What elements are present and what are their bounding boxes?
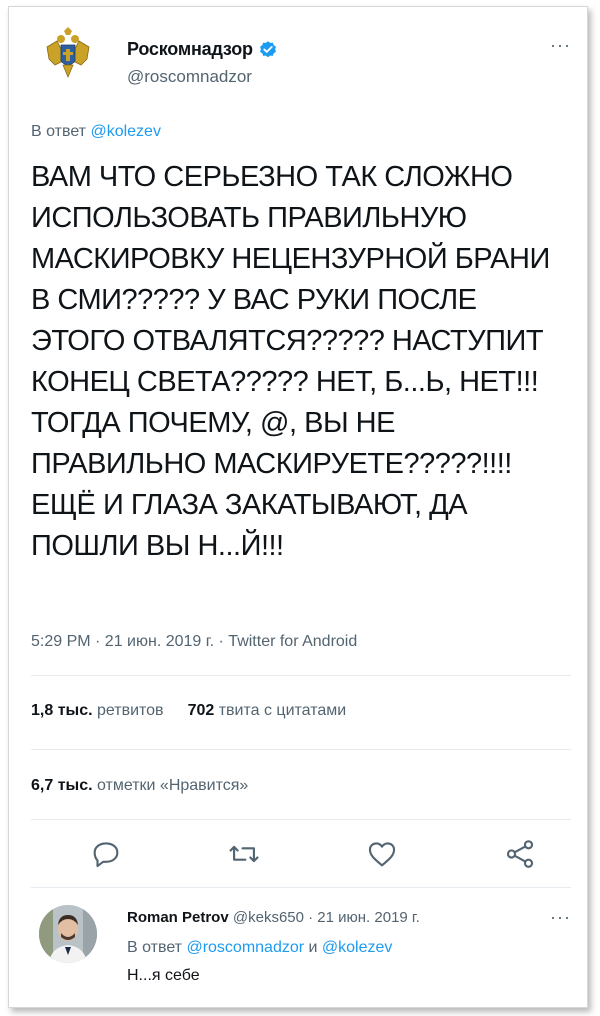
handle[interactable]: @roscomnadzor [127, 67, 252, 87]
verified-badge-icon [259, 40, 276, 57]
share-icon[interactable] [503, 837, 537, 871]
reply-mention-link[interactable]: @kolezev [90, 123, 161, 140]
more-options-icon[interactable]: ··· [550, 35, 571, 56]
avatar[interactable] [39, 25, 97, 83]
quotes-link[interactable]: 702 твита с цитатами [188, 702, 347, 719]
retweets-link[interactable]: 1,8 тыс. ретвитов [31, 702, 164, 719]
reply-more-options-icon[interactable]: ··· [550, 907, 571, 928]
reply-text: Н...я себе [127, 967, 200, 984]
likes-link[interactable]: 6,7 тыс. отметки «Нравится» [31, 777, 248, 795]
tweet-meta[interactable]: 5:29 PM · 21 июн. 2019 г. · Twitter for … [31, 633, 357, 651]
action-bar [31, 837, 571, 877]
reply-tweet[interactable]: Roman Petrov @keks650 · 21 июн. 2019 г. … [31, 905, 571, 995]
reply-to-prefix: В ответ [31, 123, 91, 140]
reply-display-name[interactable]: Roman Petrov [127, 909, 229, 926]
reply-handle-date[interactable]: @keks650 · 21 июн. 2019 г. [229, 909, 420, 926]
reply-avatar[interactable] [39, 905, 97, 963]
retweets-label: ретвитов [92, 702, 164, 719]
like-icon[interactable] [365, 837, 399, 871]
reply-header: Roman Petrov @keks650 · 21 июн. 2019 г. [127, 909, 420, 926]
divider [31, 819, 571, 820]
reply-to-conj: и [304, 939, 322, 956]
mention-kolezev[interactable]: @kolezev [322, 939, 393, 956]
tweet-card: Роскомнадзор @roscomnadzor ··· В ответ @… [8, 6, 588, 1008]
retweets-count: 1,8 тыс. [31, 702, 93, 719]
reply-icon[interactable] [89, 837, 123, 871]
retweet-stats: 1,8 тыс. ретвитов 702 твита с цитатами [31, 702, 346, 720]
divider [31, 887, 571, 888]
reply-to-prefix: В ответ [127, 939, 187, 956]
reply-to-line: В ответ @kolezev [31, 123, 161, 141]
coat-of-arms-emblem [40, 26, 96, 82]
likes-count: 6,7 тыс. [31, 777, 93, 794]
quotes-label: твита с цитатами [214, 702, 347, 719]
retweet-icon[interactable] [227, 837, 261, 871]
divider [31, 749, 571, 750]
reply-to-line: В ответ @roscomnadzor и @kolezev [127, 939, 392, 957]
display-name[interactable]: Роскомнадзор [127, 39, 253, 60]
tweet-header: Роскомнадзор @roscomnadzor ··· [31, 25, 571, 95]
quotes-count: 702 [187, 702, 215, 719]
mention-roscomnadzor[interactable]: @roscomnadzor [186, 939, 304, 956]
divider [31, 675, 571, 676]
tweet-text: ВАМ ЧТО СЕРЬЕЗНО ТАК СЛОЖНО ИСПОЛЬЗОВАТЬ… [31, 161, 550, 562]
likes-label: отметки «Нравится» [92, 777, 249, 794]
user-photo [39, 905, 97, 963]
